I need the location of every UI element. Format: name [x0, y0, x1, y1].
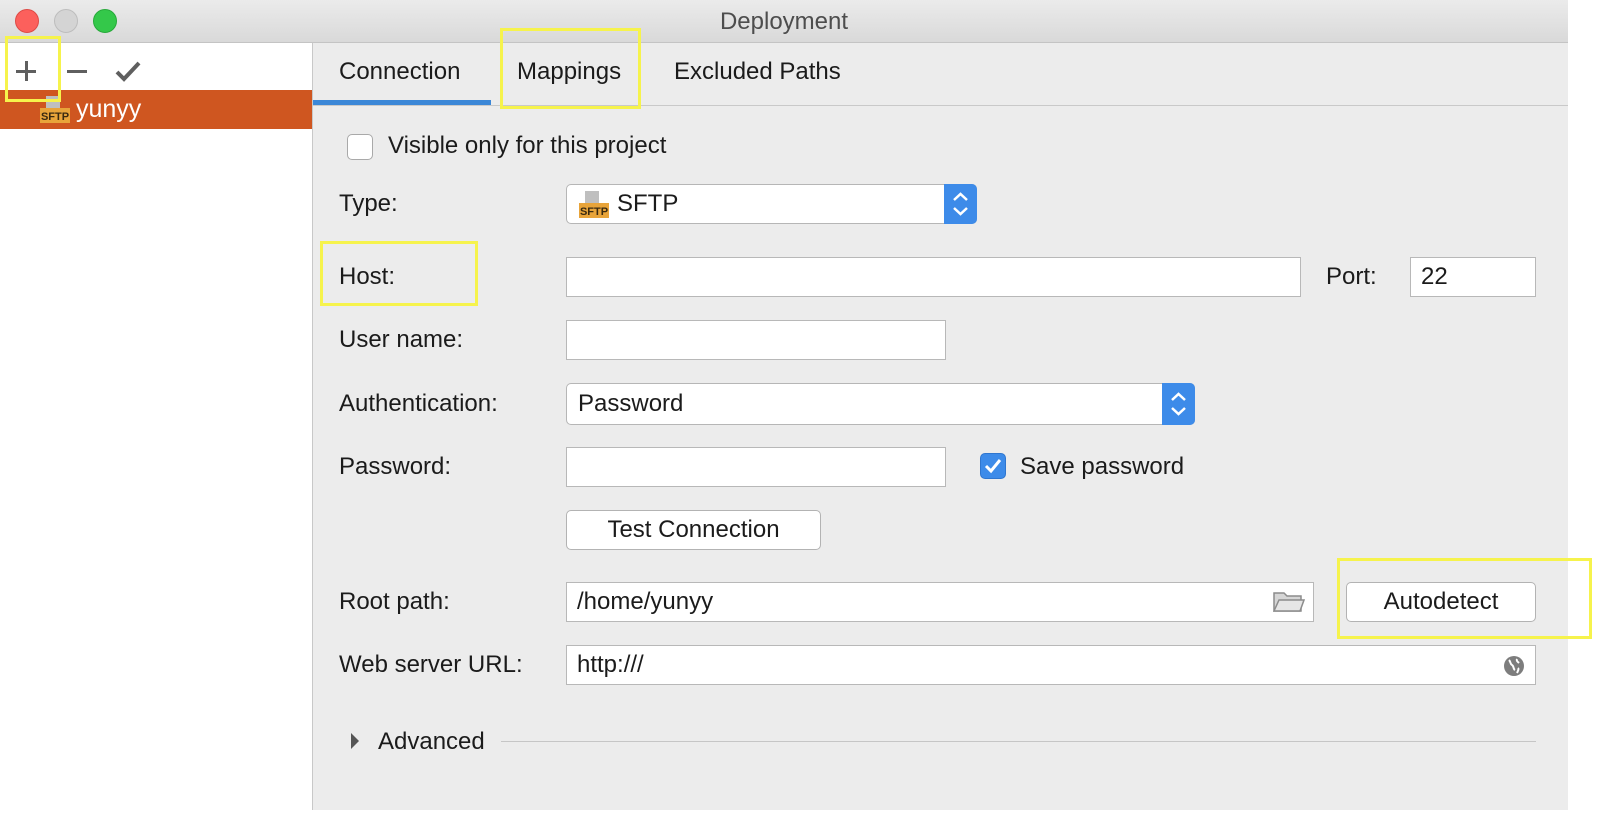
advanced-divider — [501, 741, 1536, 742]
tab-mappings[interactable]: Mappings — [517, 58, 621, 86]
remove-icon[interactable] — [55, 49, 99, 93]
type-value: SFTP — [617, 190, 679, 217]
svg-text:SFTP: SFTP — [41, 111, 69, 123]
title-bar: Deployment — [0, 0, 1568, 43]
select-arrows-icon — [1162, 383, 1195, 425]
outer-background — [1568, 0, 1601, 824]
chevron-right-icon[interactable] — [349, 731, 361, 756]
web-server-url-label: Web server URL: — [339, 651, 523, 678]
tab-connection[interactable]: Connection — [339, 58, 460, 86]
window-title: Deployment — [719, 8, 849, 35]
authentication-value: Password — [578, 390, 684, 417]
web-server-url-input[interactable]: http:/// — [566, 645, 1536, 685]
add-icon[interactable] — [4, 49, 48, 93]
authentication-select[interactable]: Password — [566, 383, 1195, 425]
password-label: Password: — [339, 453, 452, 480]
outer-background-bottom — [0, 810, 1601, 824]
globe-icon[interactable] — [1502, 654, 1526, 684]
web-server-url-value: http:/// — [577, 651, 644, 678]
check-icon[interactable] — [106, 49, 150, 93]
host-input[interactable] — [566, 257, 1301, 297]
username-input[interactable] — [566, 320, 946, 360]
server-list-item[interactable]: SFTP yunyy — [0, 90, 312, 129]
test-connection-button[interactable]: Test Connection — [566, 510, 821, 550]
deployment-window: Deployment SFTP yunyy Connection Mapping… — [0, 0, 1568, 810]
sftp-icon: SFTP — [579, 189, 611, 226]
root-path-input[interactable]: /home/yunyy — [566, 582, 1314, 622]
settings-panel: Connection Mappings Excluded Paths Visib… — [313, 43, 1568, 810]
visible-only-label: Visible only for this project — [388, 132, 667, 159]
port-input[interactable]: 22 — [1410, 257, 1536, 297]
select-arrows-icon — [944, 184, 977, 224]
autodetect-highlight-tail — [1568, 558, 1592, 639]
visible-only-checkbox[interactable] — [347, 134, 373, 160]
port-label: Port: — [1326, 263, 1377, 290]
save-password-checkbox[interactable] — [980, 453, 1006, 479]
type-select[interactable]: SFTP SFTP — [566, 184, 977, 224]
type-label: Type: — [339, 190, 398, 217]
folder-icon[interactable] — [1272, 590, 1306, 621]
server-name: yunyy — [76, 95, 142, 123]
sftp-icon: SFTP — [40, 96, 72, 129]
authentication-label: Authentication: — [339, 390, 498, 417]
server-list-panel: SFTP yunyy — [0, 43, 313, 810]
password-input[interactable] — [566, 447, 946, 487]
tab-bar: Connection Mappings Excluded Paths — [313, 43, 1568, 106]
autodetect-button[interactable]: Autodetect — [1346, 582, 1536, 622]
save-password-label: Save password — [1020, 453, 1185, 480]
svg-text:SFTP: SFTP — [580, 206, 608, 218]
active-tab-indicator — [313, 100, 491, 105]
username-label: User name: — [339, 326, 464, 353]
advanced-toggle[interactable]: Advanced — [378, 728, 485, 756]
root-path-label: Root path: — [339, 588, 450, 615]
tab-excluded-paths[interactable]: Excluded Paths — [674, 58, 841, 86]
root-path-value: /home/yunyy — [577, 588, 714, 615]
host-label: Host: — [339, 263, 396, 290]
